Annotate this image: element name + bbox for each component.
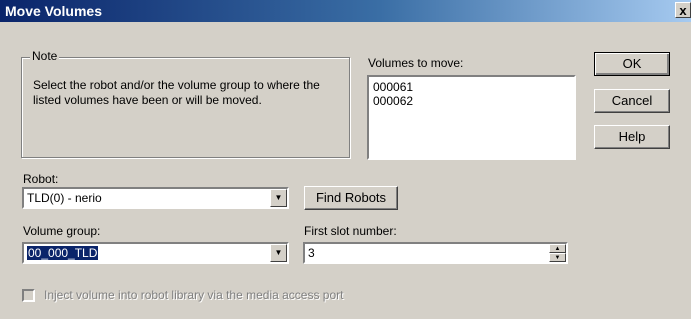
inject-checkbox[interactable] [22, 289, 35, 302]
find-robots-button[interactable]: Find Robots [304, 186, 398, 210]
ok-button[interactable]: OK [594, 52, 670, 76]
title-bar: Move Volumes x [0, 0, 691, 22]
robot-label: Robot: [23, 172, 59, 186]
list-item[interactable]: 000062 [373, 94, 570, 108]
robot-value: TLD(0) - nerio [27, 191, 102, 205]
cancel-button[interactable]: Cancel [594, 89, 670, 113]
chevron-down-icon[interactable]: ▼ [270, 244, 287, 262]
volumes-listbox[interactable]: 000061 000062 [367, 75, 576, 160]
spin-down-icon[interactable]: ▼ [549, 253, 566, 262]
robot-dropdown[interactable]: TLD(0) - nerio ▼ [22, 187, 289, 209]
volume-group-value: 00_000_TLD [27, 246, 99, 260]
volumes-label: Volumes to move: [368, 56, 464, 70]
list-item[interactable]: 000061 [373, 80, 570, 94]
first-slot-input[interactable]: 3 ▲ ▼ [303, 242, 568, 264]
window-title: Move Volumes [5, 3, 102, 19]
first-slot-label: First slot number: [304, 224, 397, 238]
note-text: Select the robot and/or the volume group… [33, 78, 320, 107]
spin-up-icon[interactable]: ▲ [549, 244, 566, 253]
first-slot-spinner[interactable]: ▲ ▼ [549, 244, 566, 262]
first-slot-value: 3 [308, 246, 315, 260]
volume-group-label: Volume group: [23, 224, 101, 238]
close-button[interactable]: x [675, 2, 691, 18]
help-button[interactable]: Help [594, 125, 670, 149]
note-legend: Note [30, 49, 60, 63]
volume-group-dropdown[interactable]: 00_000_TLD ▼ [22, 242, 289, 264]
inject-label: Inject volume into robot library via the… [44, 288, 344, 302]
chevron-down-icon[interactable]: ▼ [270, 189, 287, 207]
